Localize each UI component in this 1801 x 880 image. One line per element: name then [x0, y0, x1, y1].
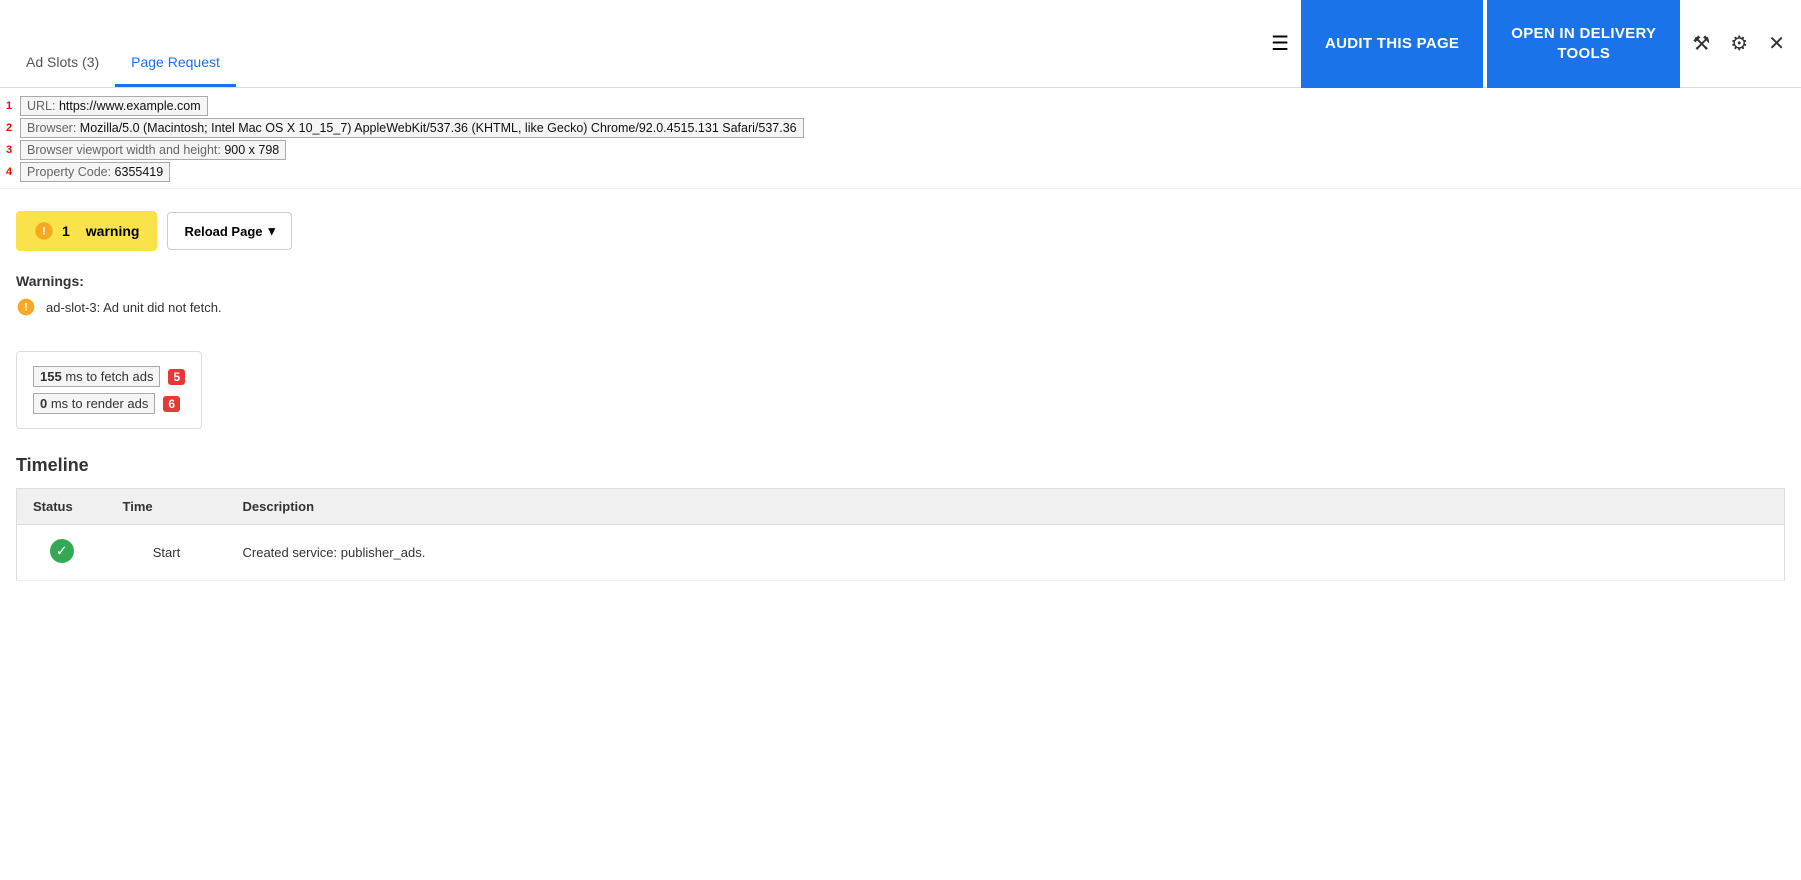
row-num-3: 3	[6, 144, 18, 156]
warning-icon: !	[34, 221, 54, 241]
menu-button[interactable]: ☰	[1263, 23, 1297, 64]
close-icon: ✕	[1768, 33, 1785, 55]
tab-bar: Ad Slots (3) Page Request	[0, 0, 1263, 87]
timeline-time-cell: Start	[107, 525, 227, 581]
feedback-icon: ⚒	[1692, 33, 1710, 55]
check-icon	[50, 539, 74, 563]
fetch-label: ms to fetch ads	[62, 369, 154, 384]
status-bar: ! 1 warning Reload Page ▾	[0, 189, 1801, 267]
url-label: URL:	[27, 99, 59, 113]
settings-button[interactable]: ⚙	[1722, 23, 1756, 64]
timeline-title: Timeline	[16, 455, 1785, 476]
fetch-ms: 155	[40, 369, 62, 384]
row-num-2: 2	[6, 122, 18, 134]
row-num-4: 4	[6, 166, 18, 178]
timeline-section: Timeline Status Time Description Start C…	[0, 445, 1801, 597]
hamburger-icon: ☰	[1271, 33, 1289, 55]
info-row-viewport: 3 Browser viewport width and height: 900…	[6, 140, 1795, 160]
warning-badge-button[interactable]: ! 1 warning	[16, 211, 157, 251]
col-header-time: Time	[107, 489, 227, 525]
stat-row-fetch: 155 ms to fetch ads 5	[33, 366, 185, 387]
info-row-browser: 2 Browser: Mozilla/5.0 (Macintosh; Intel…	[6, 118, 1795, 138]
col-header-description: Description	[227, 489, 1785, 525]
reload-page-button[interactable]: Reload Page ▾	[167, 212, 292, 250]
url-value: https://www.example.com	[59, 99, 201, 113]
table-row: Start Created service: publisher_ads.	[17, 525, 1785, 581]
browser-label: Browser:	[27, 121, 80, 135]
close-button[interactable]: ✕	[1760, 23, 1793, 64]
warnings-section: Warnings: ! ad-slot-3: Ad unit did not f…	[0, 267, 1801, 339]
feedback-button[interactable]: ⚒	[1684, 23, 1718, 64]
tab-page-request-label: Page Request	[131, 54, 220, 70]
header: Ad Slots (3) Page Request ☰ AUDIT THIS P…	[0, 0, 1801, 88]
render-label: ms to render ads	[47, 396, 148, 411]
timeline-header-row: Status Time Description	[17, 489, 1785, 525]
fetch-stat-box: 155 ms to fetch ads	[33, 366, 160, 387]
property-label: Property Code:	[27, 165, 115, 179]
reload-label: Reload Page	[184, 224, 262, 239]
dropdown-arrow-icon: ▾	[269, 223, 276, 239]
warning-text: warning	[86, 223, 140, 239]
info-browser-content: Browser: Mozilla/5.0 (Macintosh; Intel M…	[20, 118, 804, 138]
timeline-table: Status Time Description Start Created se…	[16, 488, 1785, 581]
svg-text:!: !	[42, 225, 46, 237]
audit-button[interactable]: AUDIT THIS PAGE	[1301, 0, 1483, 88]
timeline-desc-cell: Created service: publisher_ads.	[227, 525, 1785, 581]
svg-text:!: !	[24, 301, 28, 313]
delivery-tools-label: OPEN IN DELIVERY TOOLS	[1511, 25, 1656, 62]
info-row-url: 1 URL: https://www.example.com	[6, 96, 1795, 116]
stats-box: 155 ms to fetch ads 5 0 ms to render ads…	[16, 351, 202, 429]
row-num-1: 1	[6, 100, 18, 112]
info-section: 1 URL: https://www.example.com 2 Browser…	[0, 88, 1801, 189]
tab-ad-slots[interactable]: Ad Slots (3)	[10, 44, 115, 87]
warning-item-0: ! ad-slot-3: Ad unit did not fetch.	[16, 297, 1785, 317]
viewport-value: 900 x 798	[224, 143, 279, 157]
col-header-status: Status	[17, 489, 107, 525]
tab-page-request[interactable]: Page Request	[115, 44, 236, 87]
render-badge: 6	[163, 396, 180, 412]
warning-item-icon: !	[16, 297, 36, 317]
render-stat-box: 0 ms to render ads	[33, 393, 155, 414]
delivery-tools-button[interactable]: OPEN IN DELIVERY TOOLS	[1487, 0, 1680, 88]
stat-row-render: 0 ms to render ads 6	[33, 393, 185, 414]
info-url-content: URL: https://www.example.com	[20, 96, 208, 116]
info-viewport-content: Browser viewport width and height: 900 x…	[20, 140, 286, 160]
timeline-status-cell	[17, 525, 107, 581]
browser-value: Mozilla/5.0 (Macintosh; Intel Mac OS X 1…	[80, 121, 797, 135]
info-property-content: Property Code: 6355419	[20, 162, 170, 182]
property-value: 6355419	[115, 165, 164, 179]
tab-ad-slots-label: Ad Slots (3)	[26, 54, 99, 70]
warning-count: 1	[62, 223, 70, 239]
fetch-badge: 5	[168, 369, 185, 385]
viewport-label: Browser viewport width and height:	[27, 143, 224, 157]
gear-icon: ⚙	[1730, 33, 1748, 55]
info-row-property: 4 Property Code: 6355419	[6, 162, 1795, 182]
warnings-title: Warnings:	[16, 273, 1785, 289]
warning-item-text: ad-slot-3: Ad unit did not fetch.	[46, 300, 222, 315]
header-controls: ☰ AUDIT THIS PAGE OPEN IN DELIVERY TOOLS…	[1263, 0, 1801, 87]
